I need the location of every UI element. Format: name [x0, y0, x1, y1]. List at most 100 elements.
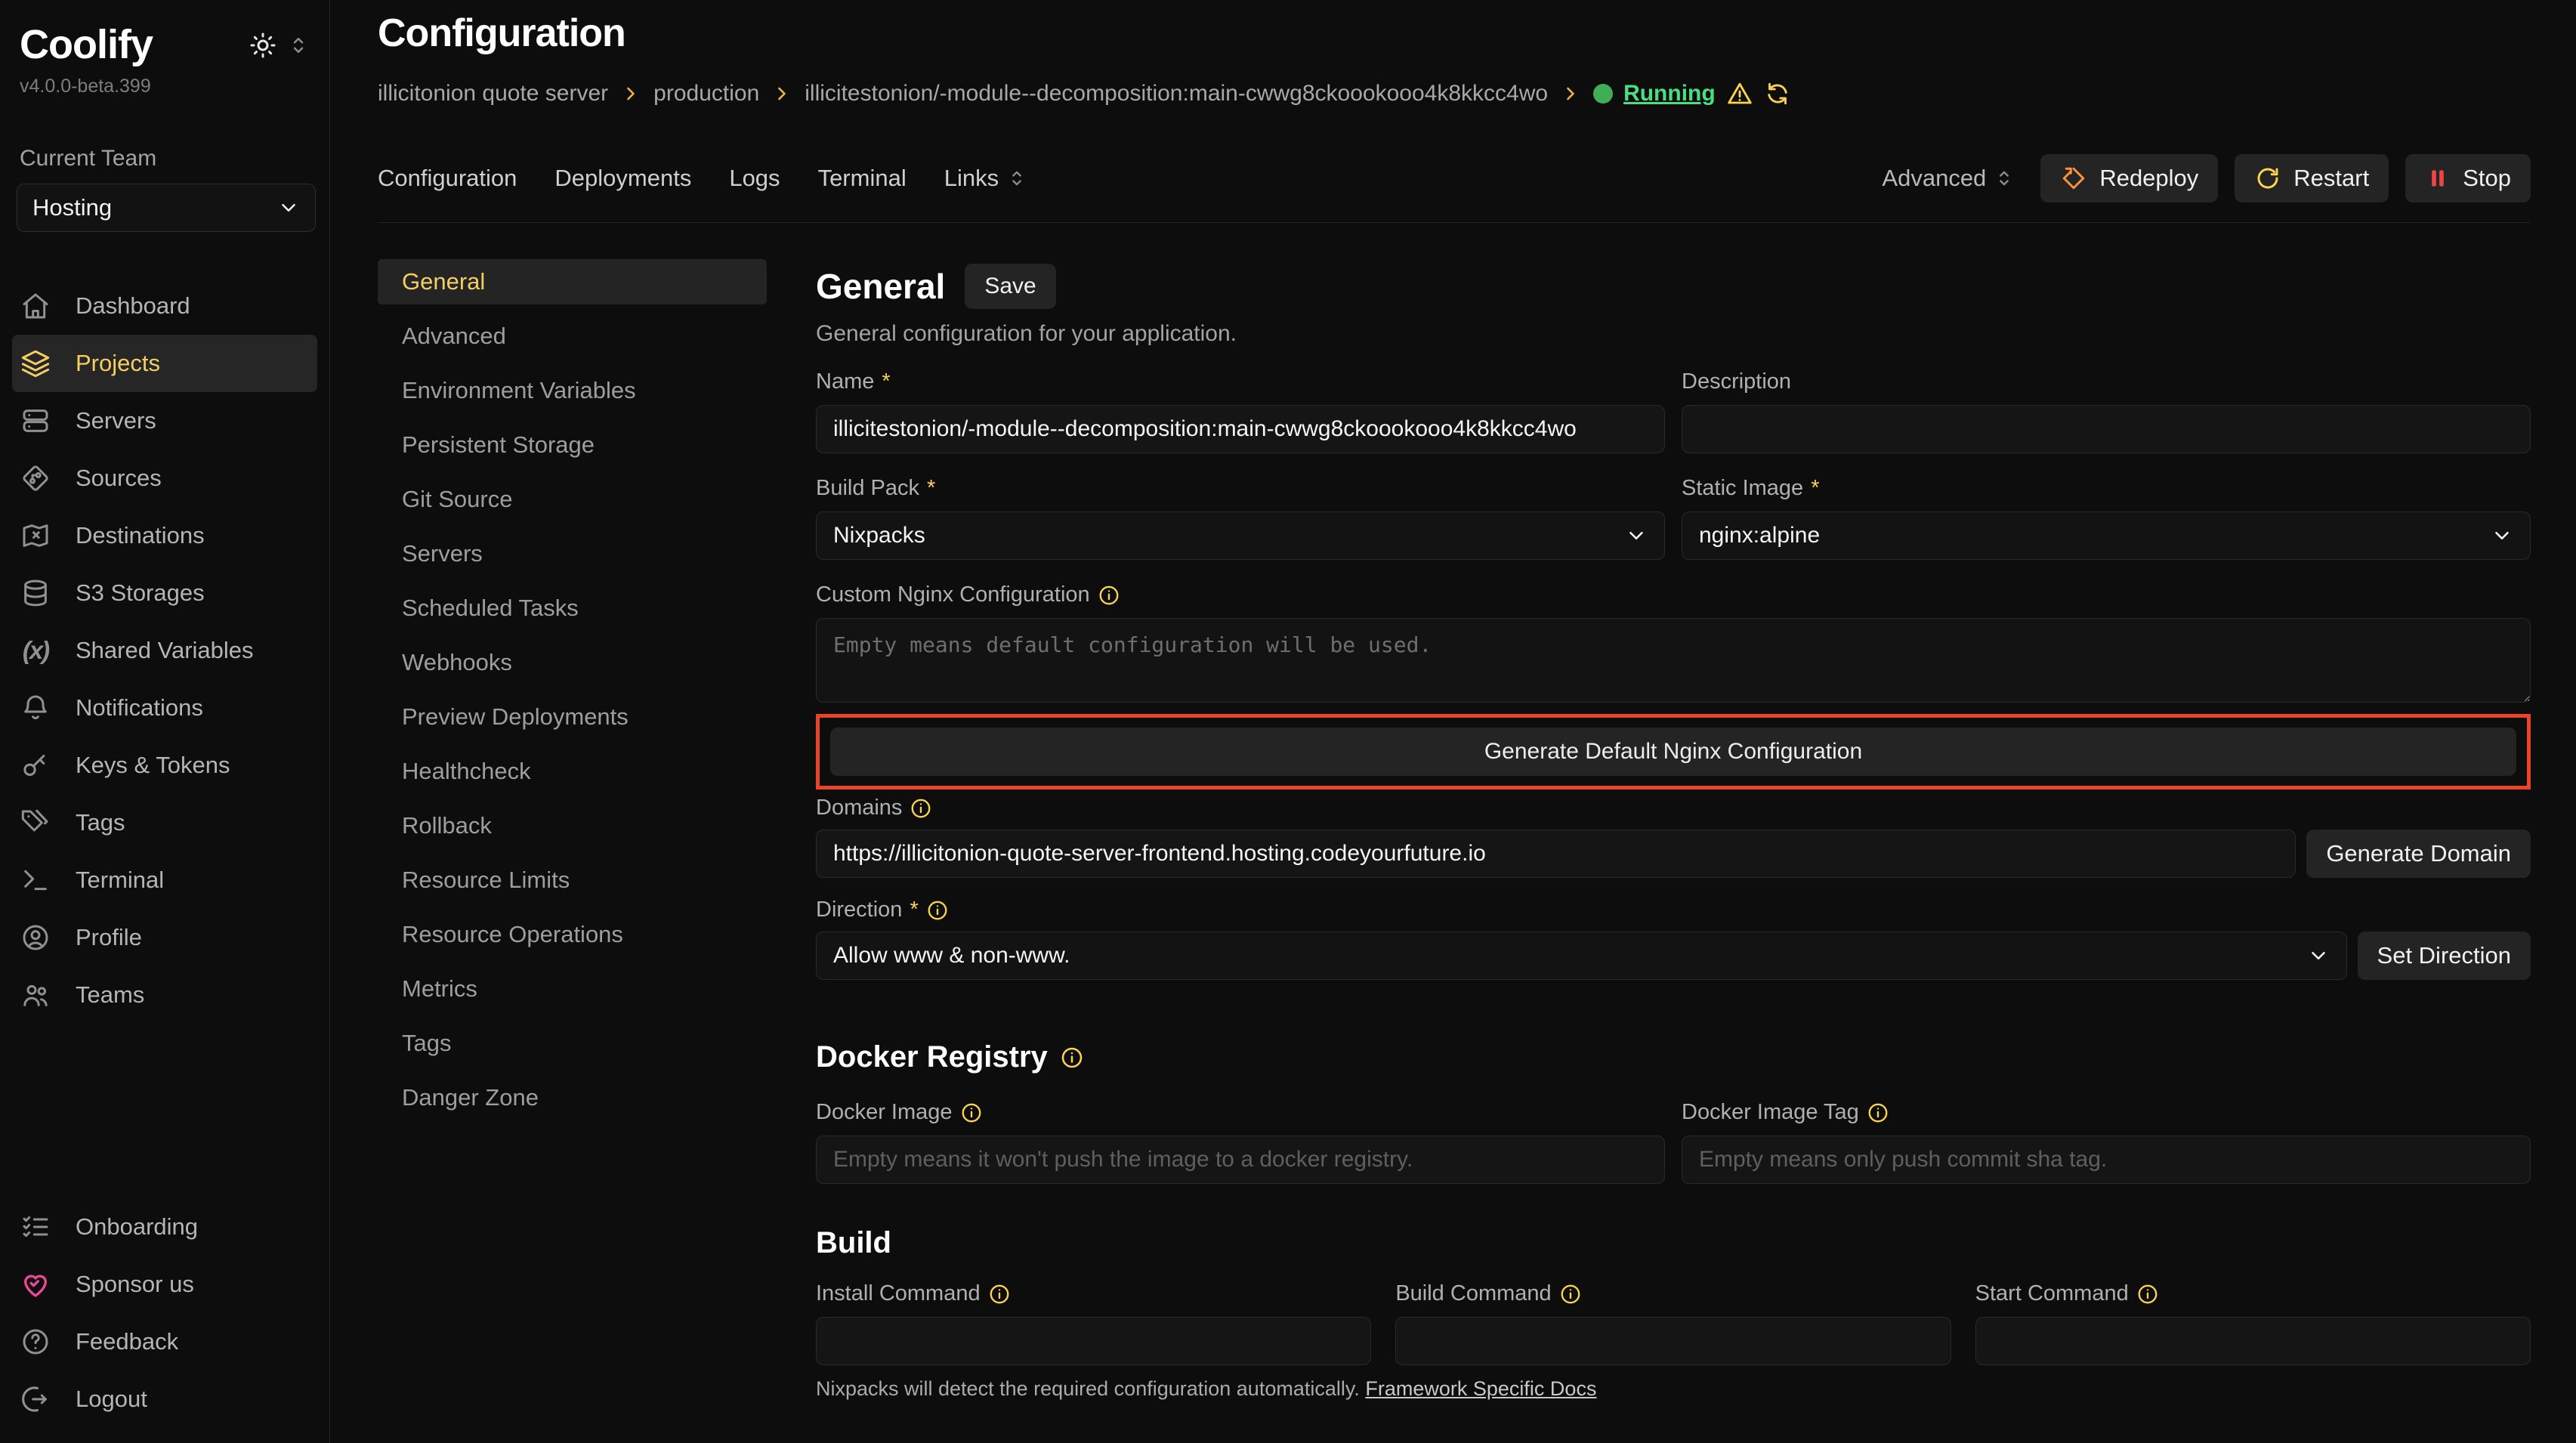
build-command-input[interactable] — [1395, 1317, 1951, 1365]
tab-configuration[interactable]: Configuration — [378, 165, 517, 192]
redeploy-button[interactable]: Redeploy — [2040, 154, 2218, 202]
docker-registry-heading: Docker Registry — [816, 1040, 2531, 1074]
sidebar-item-servers[interactable]: Servers — [12, 392, 317, 450]
subnav-tags[interactable]: Tags — [378, 1021, 767, 1066]
tab-terminal[interactable]: Terminal — [818, 165, 907, 192]
static-image-value: nginx:alpine — [1699, 523, 1820, 548]
sidebar-item-sources[interactable]: Sources — [12, 450, 317, 507]
sidebar-footer: Onboarding Sponsor us Feedback Logout — [12, 1198, 317, 1428]
generate-nginx-config-button[interactable]: Generate Default Nginx Configuration — [830, 728, 2516, 776]
sidebar-item-keys-tokens[interactable]: Keys & Tokens — [12, 737, 317, 794]
set-direction-button[interactable]: Set Direction — [2358, 932, 2531, 980]
theme-select-chevrons-icon[interactable] — [287, 34, 310, 57]
sidebar-item-terminal[interactable]: Terminal — [12, 851, 317, 909]
status-running-link[interactable]: Running — [1623, 81, 1716, 107]
sidebar-item-label: Tags — [76, 809, 125, 836]
chevron-down-icon — [2491, 524, 2513, 547]
info-icon[interactable] — [960, 1102, 983, 1124]
sidebar-item-notifications[interactable]: Notifications — [12, 679, 317, 737]
sidebar-item-onboarding[interactable]: Onboarding — [12, 1198, 317, 1256]
build-heading: Build — [816, 1226, 2531, 1260]
subnav-persistent-storage[interactable]: Persistent Storage — [378, 422, 767, 468]
start-command-input[interactable] — [1975, 1317, 2531, 1365]
stop-button[interactable]: Stop — [2405, 154, 2531, 202]
custom-nginx-textarea[interactable] — [816, 618, 2531, 703]
subnav-preview-deployments[interactable]: Preview Deployments — [378, 694, 767, 740]
sidebar-item-feedback[interactable]: Feedback — [12, 1313, 317, 1370]
sidebar-item-label: Keys & Tokens — [76, 752, 230, 779]
subnav-resource-limits[interactable]: Resource Limits — [378, 857, 767, 903]
restart-label: Restart — [2293, 165, 2369, 192]
name-input[interactable] — [816, 405, 1665, 453]
subnav-servers[interactable]: Servers — [378, 531, 767, 576]
subnav-advanced[interactable]: Advanced — [378, 314, 767, 359]
sidebar-item-label: Logout — [76, 1386, 147, 1413]
sidebar-item-destinations[interactable]: Destinations — [12, 507, 317, 564]
sidebar-item-teams[interactable]: Teams — [12, 966, 317, 1024]
breadcrumb-project[interactable]: illicitonion quote server — [378, 81, 608, 107]
tab-links[interactable]: Links — [944, 165, 1027, 192]
sidebar-item-label: Destinations — [76, 522, 205, 549]
advanced-label: Advanced — [1882, 165, 1986, 192]
info-icon[interactable] — [1060, 1046, 1084, 1070]
app-version: v4.0.0-beta.399 — [20, 76, 317, 97]
sidebar-item-shared-variables[interactable]: (x) Shared Variables — [12, 622, 317, 679]
domains-input[interactable] — [816, 830, 2296, 878]
subnav-danger-zone[interactable]: Danger Zone — [378, 1075, 767, 1120]
tab-logs[interactable]: Logs — [729, 165, 780, 192]
tab-deployments[interactable]: Deployments — [554, 165, 691, 192]
subnav-git-source[interactable]: Git Source — [378, 477, 767, 522]
sidebar-item-tags[interactable]: Tags — [12, 794, 317, 851]
pause-icon — [2425, 165, 2451, 191]
team-select-value: Hosting — [32, 194, 112, 221]
subnav-general[interactable]: General — [378, 259, 767, 304]
user-circle-icon — [20, 922, 51, 953]
info-icon[interactable] — [2136, 1283, 2159, 1305]
warning-triangle-icon[interactable] — [1726, 80, 1753, 107]
docker-image-input[interactable] — [816, 1136, 1665, 1184]
start-command-label: Start Command — [1975, 1281, 2129, 1306]
sidebar-item-s3-storages[interactable]: S3 Storages — [12, 564, 317, 622]
docker-image-tag-input[interactable] — [1682, 1136, 2531, 1184]
sidebar-item-projects[interactable]: Projects — [12, 335, 317, 392]
install-command-input[interactable] — [816, 1317, 1371, 1365]
info-icon[interactable] — [1867, 1102, 1889, 1124]
subnav-webhooks[interactable]: Webhooks — [378, 640, 767, 685]
subnav-healthcheck[interactable]: Healthcheck — [378, 749, 767, 794]
info-icon[interactable] — [910, 797, 932, 820]
name-label: Name — [816, 369, 874, 394]
sidebar-item-dashboard[interactable]: Dashboard — [12, 277, 317, 335]
subnav-scheduled-tasks[interactable]: Scheduled Tasks — [378, 586, 767, 631]
sidebar-item-sponsor[interactable]: Sponsor us — [12, 1256, 317, 1313]
info-icon[interactable] — [1559, 1283, 1582, 1305]
subnav-resource-operations[interactable]: Resource Operations — [378, 912, 767, 957]
sidebar-item-label: Shared Variables — [76, 637, 254, 664]
subnav-environment-variables[interactable]: Environment Variables — [378, 368, 767, 413]
sidebar-item-profile[interactable]: Profile — [12, 909, 317, 966]
help-circle-icon — [20, 1327, 51, 1357]
refresh-icon[interactable] — [1764, 80, 1791, 107]
checklist-icon — [20, 1212, 51, 1242]
theme-toggle-sun-icon[interactable] — [249, 32, 276, 59]
breadcrumb-application[interactable]: illicitestonion/-module--decomposition:m… — [805, 81, 1548, 107]
description-input[interactable] — [1682, 405, 2531, 453]
advanced-dropdown[interactable]: Advanced — [1882, 165, 2015, 192]
framework-docs-link[interactable]: Framework Specific Docs — [1365, 1377, 1596, 1400]
info-icon[interactable] — [926, 899, 949, 922]
direction-select[interactable]: Allow www & non-www. — [816, 932, 2347, 980]
subnav-rollback[interactable]: Rollback — [378, 803, 767, 848]
sidebar-item-label: S3 Storages — [76, 579, 205, 607]
static-image-label: Static Image — [1682, 476, 1803, 501]
team-select[interactable]: Hosting — [17, 184, 316, 232]
static-image-select[interactable]: nginx:alpine — [1682, 511, 2531, 560]
info-icon[interactable] — [1098, 584, 1120, 607]
save-button[interactable]: Save — [965, 264, 1055, 309]
build-pack-select[interactable]: Nixpacks — [816, 511, 1665, 560]
generate-domain-button[interactable]: Generate Domain — [2306, 830, 2531, 878]
restart-button[interactable]: Restart — [2235, 154, 2389, 202]
direction-value: Allow www & non-www. — [833, 943, 1070, 969]
breadcrumb-environment[interactable]: production — [653, 81, 759, 107]
sidebar-item-logout[interactable]: Logout — [12, 1370, 317, 1428]
subnav-metrics[interactable]: Metrics — [378, 966, 767, 1012]
info-icon[interactable] — [988, 1283, 1011, 1305]
